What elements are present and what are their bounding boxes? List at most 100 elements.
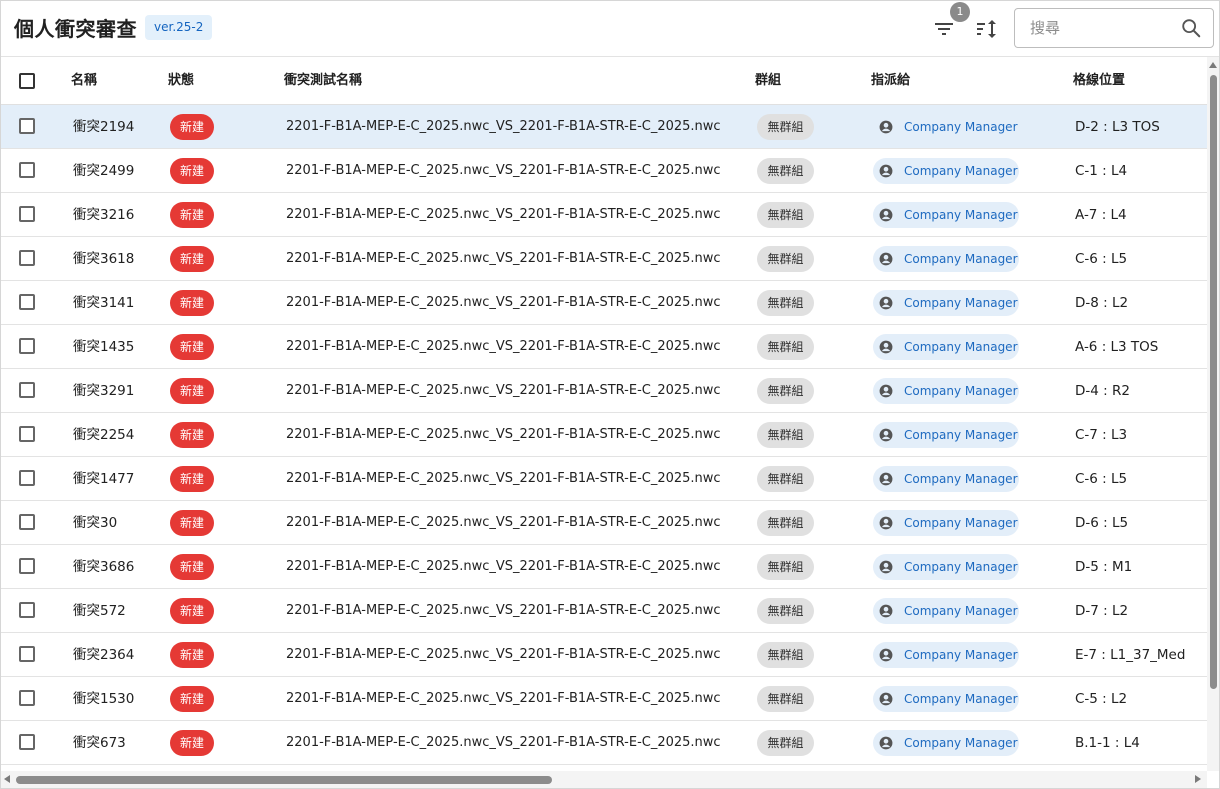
row-checkbox[interactable]	[19, 602, 35, 618]
assignee-chip[interactable]: Company Manager	[873, 290, 1019, 316]
assignee-chip[interactable]: Company Manager	[873, 334, 1019, 360]
filter-button[interactable]	[932, 17, 956, 41]
row-checkbox[interactable]	[19, 162, 35, 178]
status-badge: 新建	[170, 246, 214, 272]
assignee-chip[interactable]: Company Manager	[873, 202, 1019, 228]
sort-button[interactable]	[975, 17, 1001, 41]
grid-location: D-7 : L2	[1075, 603, 1129, 619]
group-chip[interactable]: 無群組	[757, 466, 814, 492]
column-header-group[interactable]: 群組	[755, 57, 781, 105]
grid-location: C-6 : L5	[1075, 471, 1128, 487]
table-row[interactable]: 衝突30 新建 2201-F-B1A-MEP-E-C_2025.nwc_VS_220…	[1, 501, 1207, 545]
clash-test-name: 2201-F-B1A-MEP-E-C_2025.nwc_VS_2201-F-B1…	[286, 735, 721, 750]
vertical-scrollbar[interactable]	[1207, 57, 1219, 771]
table-row[interactable]: 衝突2364 新建 2201-F-B1A-MEP-E-C_2025.nwc_VS_2…	[1, 633, 1207, 677]
account-circle-icon	[879, 340, 893, 354]
table-row[interactable]: 衝突1477 新建 2201-F-B1A-MEP-E-C_2025.nwc_VS_2…	[1, 457, 1207, 501]
row-checkbox[interactable]	[19, 734, 35, 750]
row-checkbox[interactable]	[19, 382, 35, 398]
group-chip[interactable]: 無群組	[757, 642, 814, 668]
table-row[interactable]: 衝突1530 新建 2201-F-B1A-MEP-E-C_2025.nwc_VS_2…	[1, 677, 1207, 721]
row-checkbox[interactable]	[19, 514, 35, 530]
vertical-scroll-thumb[interactable]	[1210, 75, 1217, 689]
assignee-label: Company Manager	[904, 340, 1018, 354]
row-checkbox[interactable]	[19, 470, 35, 486]
assignee-chip[interactable]: Company Manager	[873, 114, 1019, 140]
status-badge: 新建	[170, 554, 214, 580]
table-body: 衝突2194 新建 2201-F-B1A-MEP-E-C_2025.nwc_VS_2…	[1, 105, 1207, 765]
group-chip[interactable]: 無群組	[757, 730, 814, 756]
group-chip[interactable]: 無群組	[757, 158, 814, 184]
assignee-chip[interactable]: Company Manager	[873, 686, 1019, 712]
row-checkbox[interactable]	[19, 338, 35, 354]
clash-test-name: 2201-F-B1A-MEP-E-C_2025.nwc_VS_2201-F-B1…	[286, 163, 721, 178]
table-row[interactable]: 衝突3141 新建 2201-F-B1A-MEP-E-C_2025.nwc_VS_2…	[1, 281, 1207, 325]
select-all-checkbox[interactable]	[19, 73, 35, 89]
grid-location: D-6 : L5	[1075, 515, 1129, 531]
clash-name: 衝突30	[73, 515, 118, 531]
row-checkbox[interactable]	[19, 118, 35, 134]
scroll-left-arrow-icon[interactable]	[4, 775, 10, 783]
column-header-name[interactable]: 名稱	[71, 57, 97, 105]
table-row[interactable]: 衝突2254 新建 2201-F-B1A-MEP-E-C_2025.nwc_VS_2…	[1, 413, 1207, 457]
group-chip[interactable]: 無群組	[757, 598, 814, 624]
table-row[interactable]: 衝突3686 新建 2201-F-B1A-MEP-E-C_2025.nwc_VS_2…	[1, 545, 1207, 589]
horizontal-scroll-thumb[interactable]	[16, 776, 552, 784]
group-chip[interactable]: 無群組	[757, 554, 814, 580]
assignee-chip[interactable]: Company Manager	[873, 246, 1019, 272]
assignee-chip[interactable]: Company Manager	[873, 378, 1019, 404]
horizontal-scrollbar[interactable]	[1, 771, 1207, 788]
group-chip[interactable]: 無群組	[757, 202, 814, 228]
group-chip[interactable]: 無群組	[757, 422, 814, 448]
assignee-chip[interactable]: Company Manager	[873, 422, 1019, 448]
column-header-test-name[interactable]: 衝突測試名稱	[284, 57, 362, 105]
group-chip[interactable]: 無群組	[757, 114, 814, 140]
table-row[interactable]: 衝突2499 新建 2201-F-B1A-MEP-E-C_2025.nwc_VS_2…	[1, 149, 1207, 193]
row-checkbox[interactable]	[19, 250, 35, 266]
group-chip[interactable]: 無群組	[757, 334, 814, 360]
status-badge: 新建	[170, 422, 214, 448]
column-header-assignee[interactable]: 指派給	[871, 57, 910, 105]
table-row[interactable]: 衝突3291 新建 2201-F-B1A-MEP-E-C_2025.nwc_VS_2…	[1, 369, 1207, 413]
assignee-chip[interactable]: Company Manager	[873, 730, 1019, 756]
scroll-right-arrow-icon[interactable]	[1195, 775, 1201, 783]
group-chip[interactable]: 無群組	[757, 510, 814, 536]
assignee-chip[interactable]: Company Manager	[873, 510, 1019, 536]
table-header: 名稱 狀態 衝突測試名稱 群組 指派給 格線位置	[1, 57, 1207, 105]
table-row[interactable]: 衝突3216 新建 2201-F-B1A-MEP-E-C_2025.nwc_VS_2…	[1, 193, 1207, 237]
assignee-chip[interactable]: Company Manager	[873, 642, 1019, 668]
version-badge: ver.25-2	[145, 15, 213, 40]
clash-name: 衝突3141	[73, 295, 135, 311]
assignee-label: Company Manager	[904, 164, 1018, 178]
column-header-grid-location[interactable]: 格線位置	[1073, 57, 1125, 105]
column-header-status[interactable]: 狀態	[168, 57, 194, 105]
assignee-label: Company Manager	[904, 472, 1018, 486]
assignee-chip[interactable]: Company Manager	[873, 598, 1019, 624]
group-chip[interactable]: 無群組	[757, 246, 814, 272]
search-input[interactable]	[1016, 10, 1176, 46]
scroll-up-arrow-icon[interactable]	[1209, 62, 1217, 68]
row-checkbox[interactable]	[19, 294, 35, 310]
table-row[interactable]: 衝突1435 新建 2201-F-B1A-MEP-E-C_2025.nwc_VS_2…	[1, 325, 1207, 369]
group-chip[interactable]: 無群組	[757, 686, 814, 712]
assignee-label: Company Manager	[904, 560, 1018, 574]
row-checkbox[interactable]	[19, 426, 35, 442]
group-chip[interactable]: 無群組	[757, 290, 814, 316]
search-box[interactable]	[1014, 8, 1214, 48]
search-icon[interactable]	[1180, 17, 1202, 39]
assignee-chip[interactable]: Company Manager	[873, 554, 1019, 580]
clash-name: 衝突3291	[73, 383, 135, 399]
row-checkbox[interactable]	[19, 690, 35, 706]
clash-test-name: 2201-F-B1A-MEP-E-C_2025.nwc_VS_2201-F-B1…	[286, 559, 721, 574]
assignee-chip[interactable]: Company Manager	[873, 466, 1019, 492]
row-checkbox[interactable]	[19, 646, 35, 662]
row-checkbox[interactable]	[19, 206, 35, 222]
table-row[interactable]: 衝突2194 新建 2201-F-B1A-MEP-E-C_2025.nwc_VS_2…	[1, 105, 1207, 149]
table-row[interactable]: 衝突572 新建 2201-F-B1A-MEP-E-C_2025.nwc_VS_22…	[1, 589, 1207, 633]
table-row[interactable]: 衝突3618 新建 2201-F-B1A-MEP-E-C_2025.nwc_VS_2…	[1, 237, 1207, 281]
clash-name: 衝突2194	[73, 119, 135, 135]
assignee-chip[interactable]: Company Manager	[873, 158, 1019, 184]
group-chip[interactable]: 無群組	[757, 378, 814, 404]
row-checkbox[interactable]	[19, 558, 35, 574]
table-row[interactable]: 衝突673 新建 2201-F-B1A-MEP-E-C_2025.nwc_VS_22…	[1, 721, 1207, 765]
